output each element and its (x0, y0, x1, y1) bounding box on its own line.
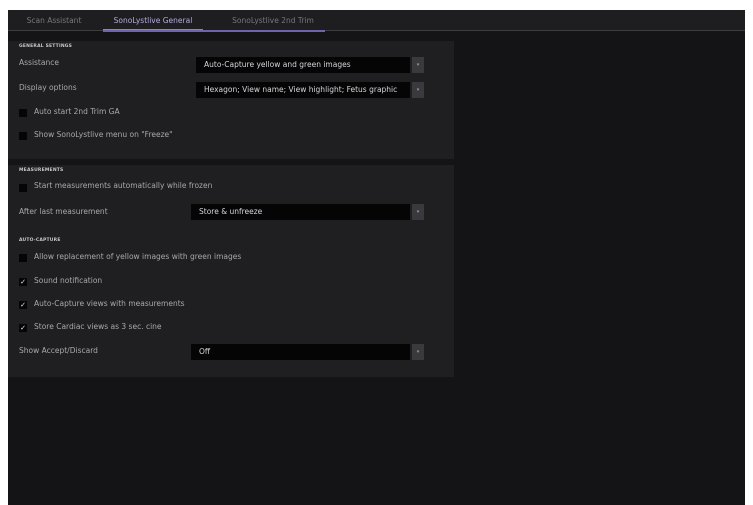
show-accept-discard-dropdown-button[interactable]: ▾ (412, 344, 424, 360)
tab-sonolystlive-general[interactable]: SonoLystlive General (103, 10, 203, 31)
chevron-down-icon: ▾ (416, 349, 420, 355)
display-options-label: Display options (19, 83, 77, 92)
tab-sonolystlive-2nd-trim[interactable]: SonoLystlive 2nd Trim (223, 10, 323, 31)
assistance-value: Auto-Capture yellow and green images (204, 60, 351, 69)
check-icon: ✓ (20, 301, 26, 309)
tab-bar: Scan Assistant SonoLystlive General Sono… (8, 10, 745, 31)
allow-replacement-label: Allow replacement of yellow images with … (34, 252, 242, 261)
after-last-measurement-dropdown-button[interactable]: ▾ (412, 204, 424, 220)
settings-screen: Scan Assistant SonoLystlive General Sono… (8, 10, 745, 505)
assistance-dropdown-button[interactable]: ▾ (412, 57, 424, 73)
auto-capture-measurements-label: Auto-Capture views with measurements (34, 299, 185, 308)
measurements-title: MEASUREMENTS (19, 168, 64, 173)
show-menu-freeze-checkbox[interactable] (19, 132, 27, 140)
start-measurements-label: Start measurements automatically while f… (34, 181, 213, 190)
tab-underline (103, 30, 325, 32)
store-cardiac-cine-checkbox[interactable]: ✓ (19, 324, 27, 332)
store-cardiac-cine-label: Store Cardiac views as 3 sec. cine (34, 322, 162, 331)
check-icon: ✓ (20, 278, 26, 286)
assistance-label: Assistance (19, 58, 59, 67)
show-accept-discard-label: Show Accept/Discard (19, 346, 98, 355)
assistance-select[interactable]: Auto-Capture yellow and green images (196, 57, 410, 73)
general-settings-panel: GENERAL SETTINGS Assistance Auto-Capture… (8, 41, 454, 159)
sound-notification-checkbox[interactable]: ✓ (19, 278, 27, 286)
display-options-value: Hexagon; View name; View highlight; Fetu… (204, 85, 398, 94)
show-accept-discard-value: Off (199, 347, 211, 356)
sound-notification-label: Sound notification (34, 276, 103, 285)
after-last-measurement-value: Store & unfreeze (199, 207, 263, 216)
show-menu-freeze-label: Show SonoLystlive menu on "Freeze" (34, 130, 173, 139)
auto-capture-measurements-checkbox[interactable]: ✓ (19, 301, 27, 309)
after-last-measurement-label: After last measurement (19, 207, 108, 216)
auto-capture-title: AUTO-CAPTURE (19, 238, 61, 243)
display-options-select[interactable]: Hexagon; View name; View highlight; Fetu… (196, 82, 410, 98)
display-options-dropdown-button[interactable]: ▾ (412, 82, 424, 98)
start-measurements-checkbox[interactable] (19, 184, 27, 192)
allow-replacement-checkbox[interactable] (19, 254, 27, 262)
measurements-panel: MEASUREMENTS Start measurements automati… (8, 165, 454, 240)
auto-start-2nd-trim-label: Auto start 2nd Trim GA (34, 107, 120, 116)
chevron-down-icon: ▾ (416, 62, 420, 68)
chevron-down-icon: ▾ (416, 87, 420, 93)
after-last-measurement-select[interactable]: Store & unfreeze (191, 204, 410, 220)
show-accept-discard-select[interactable]: Off (191, 344, 410, 360)
check-icon: ✓ (20, 324, 26, 332)
auto-capture-panel: AUTO-CAPTURE Allow replacement of yellow… (8, 235, 454, 377)
chevron-down-icon: ▾ (416, 209, 420, 215)
auto-start-2nd-trim-checkbox[interactable] (19, 109, 27, 117)
tab-scan-assistant[interactable]: Scan Assistant (18, 10, 90, 31)
general-settings-title: GENERAL SETTINGS (19, 44, 73, 49)
